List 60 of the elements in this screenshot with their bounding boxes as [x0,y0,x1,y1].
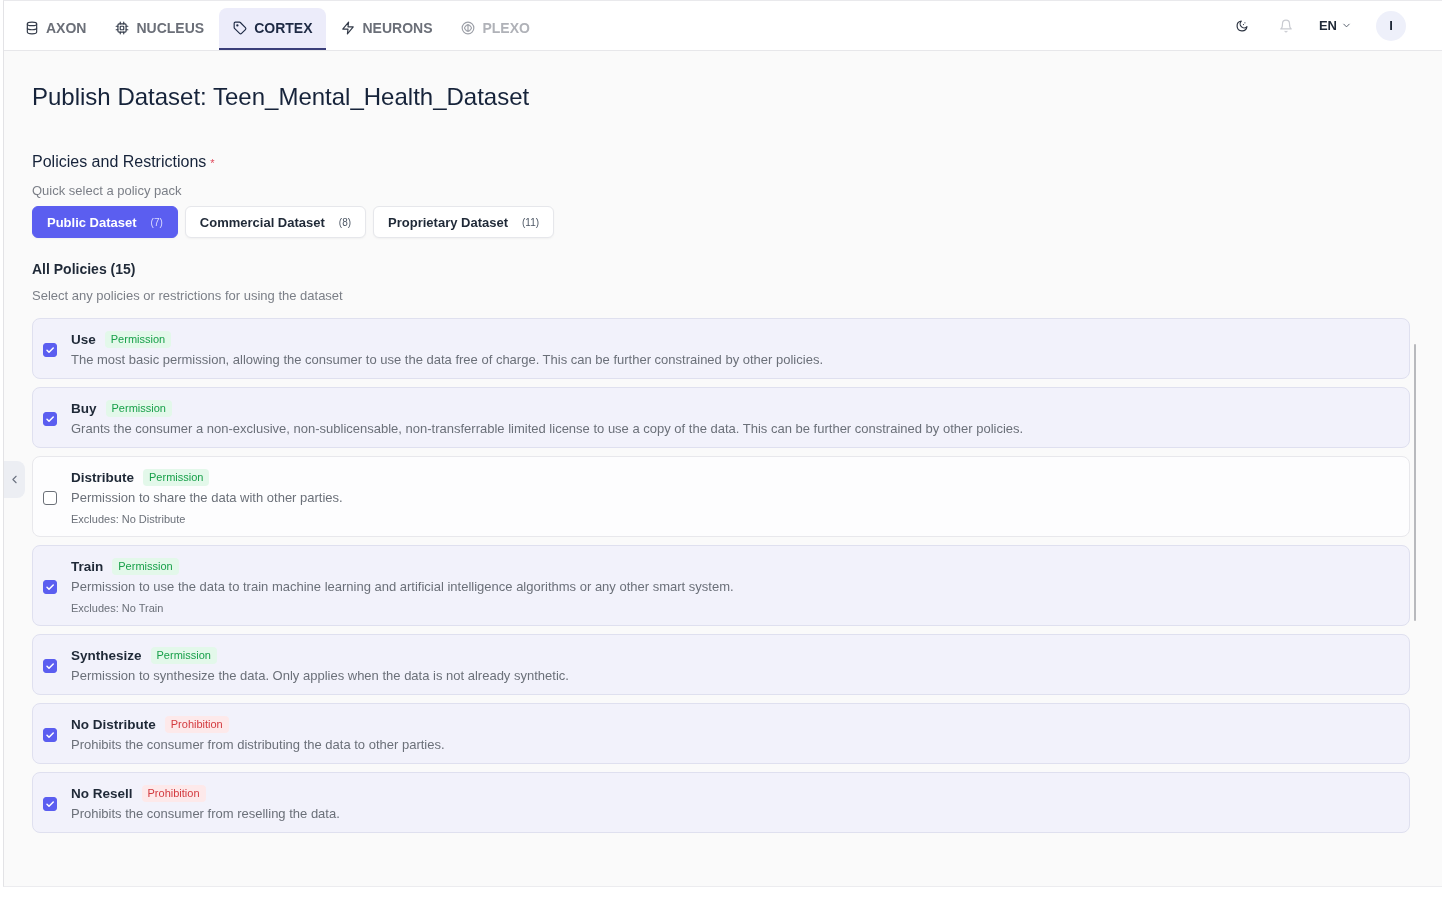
policy-name: No Distribute [71,716,156,732]
checkbox[interactable] [43,342,57,357]
policy-description: Permission to use the data to train machine learning and artificial intelligence algorithms or any other smart system. [71,578,734,596]
policy-card[interactable]: Train Permission Permission to use the data to train machine learning and artificial intelligence algorithms or any other smart system. Excludes: No Train [32,545,1410,626]
policy-type-tag: Permission [143,468,210,486]
policy-type-tag: Permission [104,330,172,348]
nav-tab[interactable]: NUCLEUS [101,8,219,50]
user-avatar[interactable]: I [1376,10,1406,41]
excludes-note: Excludes: No Distribute [71,512,186,527]
checkbox[interactable] [43,727,57,742]
policy-name: Synthesize [71,647,142,663]
checkbox[interactable] [43,411,57,426]
nav-tab[interactable]: NEURONS [327,8,447,50]
policy-description: Prohibits the consumer from reselling the data. [71,805,340,823]
checkbox[interactable] [43,490,57,505]
policy-type-tag: Permission [112,557,179,575]
list-hint: Select any policies or restrictions for using the dataset [32,287,343,305]
policy-name: Train [71,558,104,574]
policy-card[interactable]: Use Permission The most basic permission, allowing the consumer to use the data free of charge. This can be further constrained by other policies. [32,318,1410,379]
excludes-note: Excludes: No Train [71,601,164,616]
sidebar-toggle-button[interactable] [4,461,25,498]
policy-description: Permission to synthesize the data. Only applies when the data is not already synthetic. [71,667,569,685]
policy-card[interactable]: Buy Permission Grants the consumer a non-exclusive, non-sublicensable, non-transferrable limited license to use a copy of the data. This can be further constrained by other policies. [32,387,1410,448]
policy-card[interactable]: No Distribute Prohibition Prohibits the consumer from distributing the data to other parties. [32,703,1410,764]
policy-name: Buy [71,400,97,416]
scrollbar[interactable] [1414,344,1416,621]
policy-description: Grants the consumer a non-exclusive, non-sublicensable, non-transferrable limited license to use a copy of the data. This can be further constrained by other policies. [71,420,1024,438]
policy-type-tag: Permission [150,646,217,664]
policy-type-tag: Prohibition [164,715,229,733]
checkbox[interactable] [43,658,57,673]
moon-icon[interactable] [1234,18,1249,33]
policy-description: Permission to share the data with other parties. [71,489,343,507]
list-heading: All Policies (15) [32,260,136,279]
section-hint: Quick select a policy pack [32,182,182,200]
policy-card[interactable]: No Resell Prohibition Prohibits the consumer from reselling the data. [32,772,1410,833]
policy-type-tag: Permission [105,399,172,417]
policy-name: No Resell [71,785,133,801]
lightning-icon [341,21,356,35]
page-title: Publish Dataset: Teen_Mental_Health_Dataset [32,82,530,112]
policy-pack-button[interactable]: Proprietary Dataset (11) [373,206,555,238]
policy-name: Distribute [71,469,134,485]
policy-name: Use [71,331,96,347]
chip-icon [115,21,130,35]
policy-description: The most basic permission, allowing the consumer to use the data free of charge. This can be further constrained by other policies. [71,351,823,369]
policy-card[interactable]: Synthesize Permission Permission to synthesize the data. Only applies when the data is not already synthetic. [32,634,1410,695]
checkbox[interactable] [43,796,57,811]
policy-pack-button[interactable]: Public Dataset (7) [32,206,178,238]
database-icon [25,21,39,35]
policy-description: Prohibits the consumer from distributing the data to other parties. [71,736,445,754]
language-selector[interactable]: EN [1316,14,1354,37]
tag-icon [233,21,248,35]
nav-tab[interactable]: CORTEX [219,8,327,50]
brain-icon [461,21,476,35]
policy-type-tag: Prohibition [141,784,206,802]
nav-tab[interactable]: AXON [11,8,101,50]
section-label: Policies and Restrictions [32,152,207,172]
required-mark: * [210,156,215,171]
checkbox[interactable] [43,579,57,594]
policy-pack-button[interactable]: Commercial Dataset (8) [184,206,367,238]
policy-card[interactable]: Distribute Permission Permission to share the data with other parties. Excludes: No Distribute [32,456,1410,537]
